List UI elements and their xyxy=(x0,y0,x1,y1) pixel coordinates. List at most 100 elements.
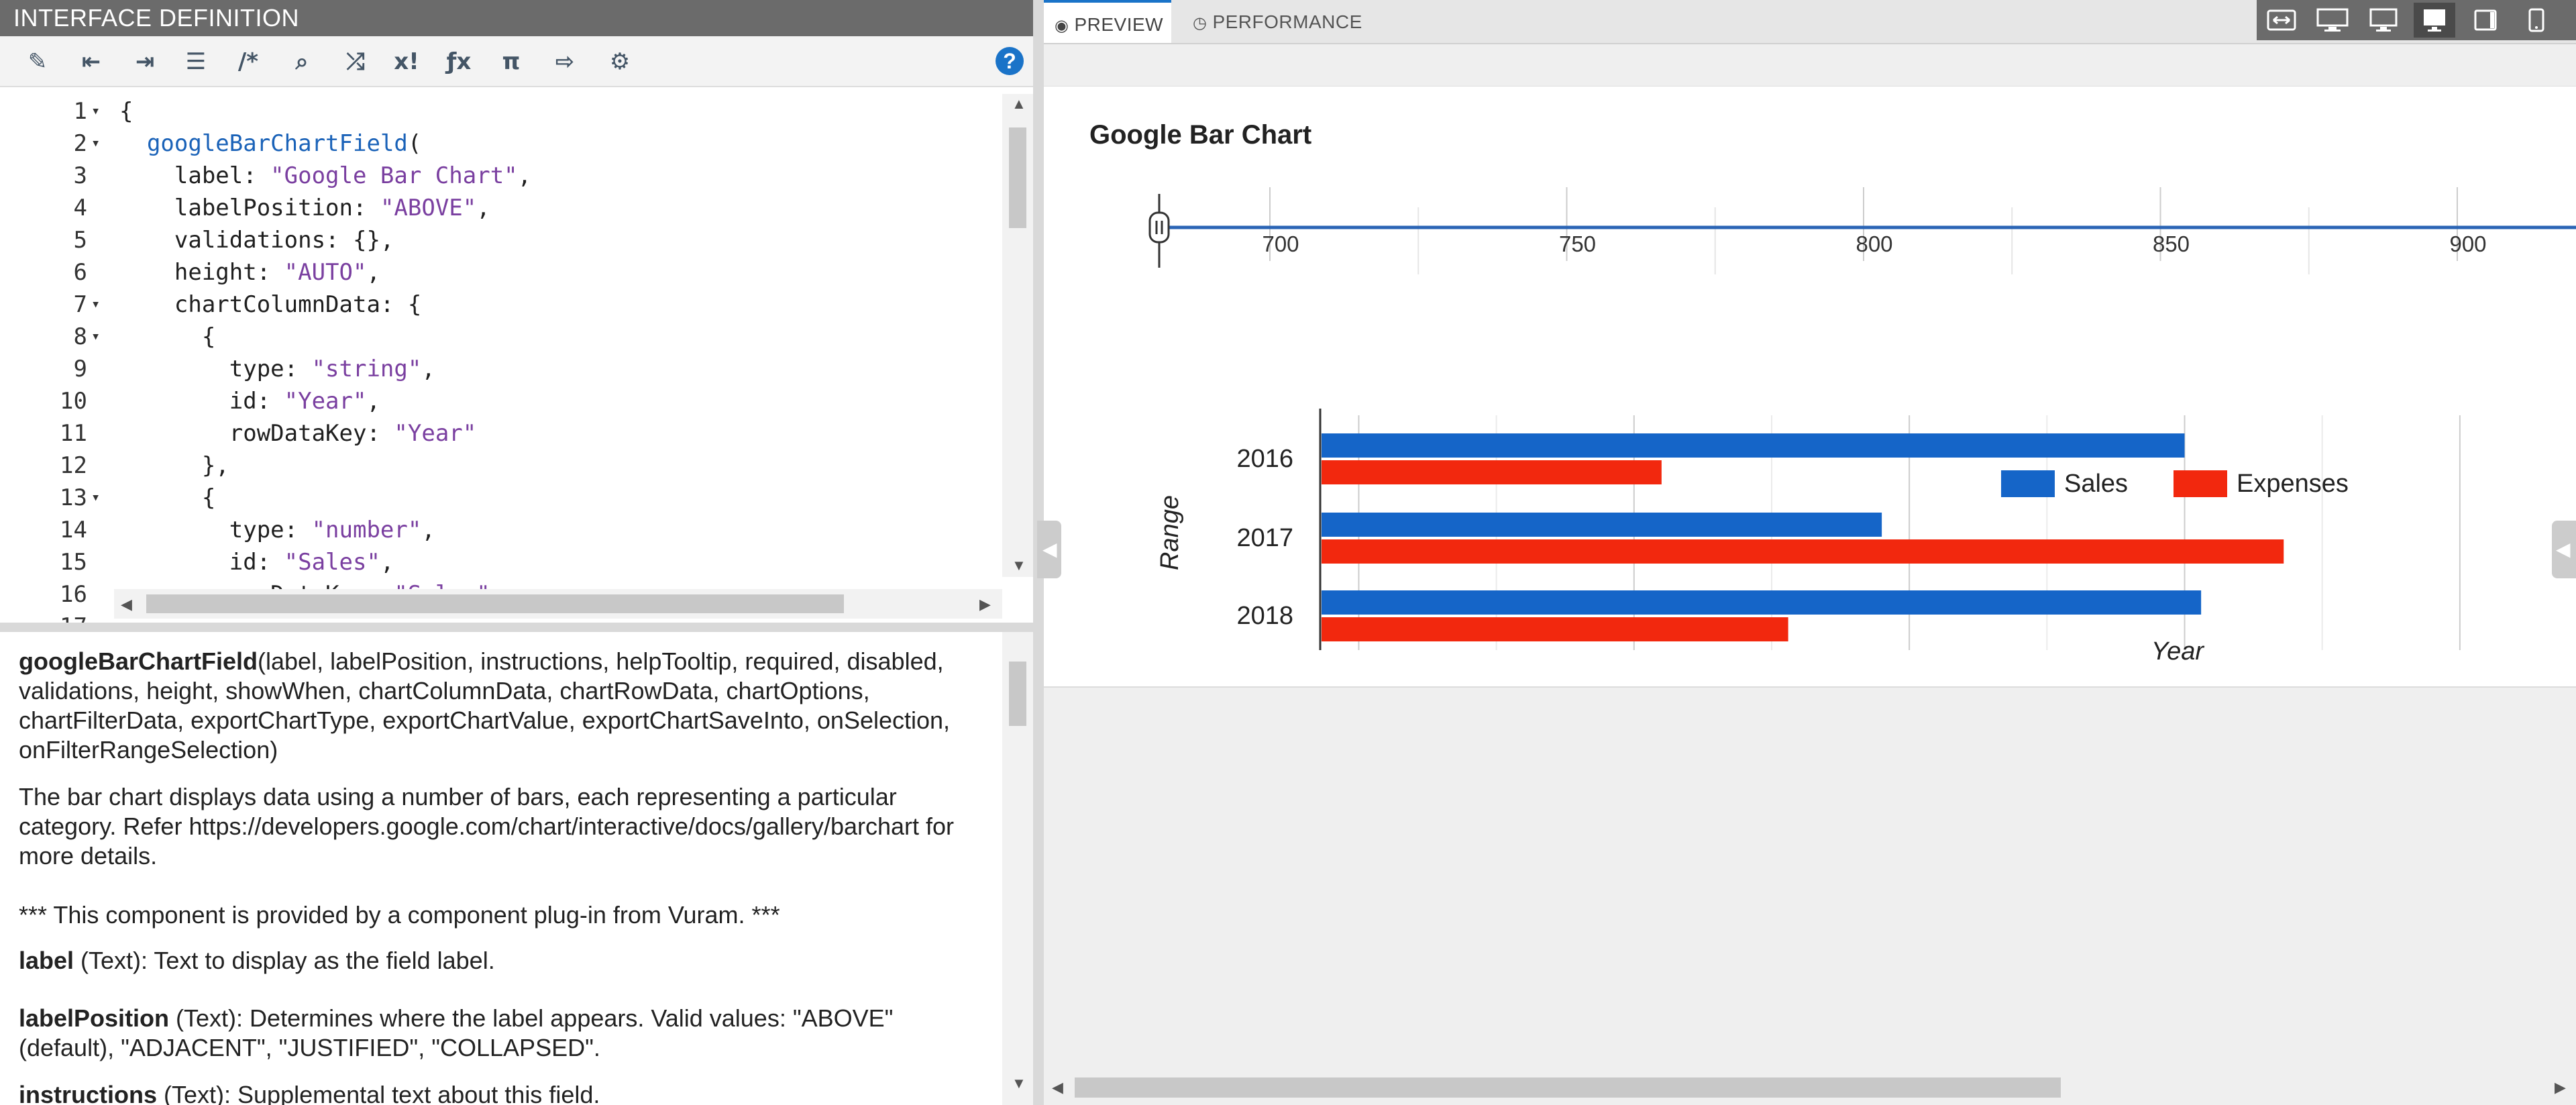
code-line[interactable]: 1 ▾ { xyxy=(0,95,1000,127)
legend-swatch xyxy=(2001,470,2055,497)
outdent-icon[interactable]: ⇤ xyxy=(74,44,109,79)
code-line[interactable]: 11 rowDataKey: "Year" xyxy=(0,417,1000,450)
code-line[interactable]: 12 }, xyxy=(0,450,1000,482)
bar-sales-2018[interactable] xyxy=(1322,590,2202,615)
list-icon[interactable]: ☰ xyxy=(178,44,213,79)
range-filter-control[interactable]: 700 750 800 850 900 xyxy=(1044,167,2576,274)
code-line[interactable]: 8 ▾ { xyxy=(0,321,1000,353)
range-handle[interactable] xyxy=(1148,211,1170,244)
eye-icon: ◉ xyxy=(1055,17,1069,35)
preview-card: Google Bar Chart 700 750 800 850 900 2016 201… xyxy=(1044,86,2576,688)
line-number: 12 xyxy=(60,452,87,479)
scroll-thumb[interactable] xyxy=(1009,127,1026,228)
function-icon[interactable]: ƒx xyxy=(441,44,476,79)
chevron-left-icon: ◀ xyxy=(1042,539,1057,560)
code-text: { xyxy=(119,323,216,350)
tablet-icon[interactable] xyxy=(2465,3,2506,38)
code-line[interactable]: 6 height: "AUTO", xyxy=(0,256,1000,288)
fold-arrow-icon[interactable]: ▾ xyxy=(91,288,100,321)
param-doc-label: label (Text): Text to display as the fie… xyxy=(19,946,985,976)
editor-toolbar: ✎ ⇤ ⇥ ☰ /* ⌕ ⤮ x! ƒx π ⇨ ⚙? xyxy=(0,36,1033,87)
fold-arrow-icon[interactable]: ▾ xyxy=(91,482,100,514)
desktop-icon[interactable] xyxy=(2363,3,2404,38)
monitor-icon[interactable] xyxy=(2414,3,2455,38)
bar-sales-2016[interactable] xyxy=(1322,433,2185,458)
export-icon[interactable]: ⇨ xyxy=(547,44,582,79)
code-line[interactable]: 2 ▾ googleBarChartField( xyxy=(0,127,1000,160)
fold-arrow-icon[interactable]: ▾ xyxy=(91,321,100,353)
doc-vertical-scrollbar[interactable]: ▼ xyxy=(1002,632,1033,1105)
indent-icon[interactable]: ⇥ xyxy=(127,44,162,79)
scroll-down-arrow-icon[interactable]: ▼ xyxy=(1012,1075,1026,1092)
bar-expenses-2017[interactable] xyxy=(1322,539,2284,564)
tab-preview[interactable]: ◉ PREVIEW xyxy=(1044,0,1171,43)
collapse-right-handle[interactable]: ◀ xyxy=(2552,521,2576,578)
expand-icon[interactable] xyxy=(2261,3,2302,38)
search-settings-icon[interactable]: ⚙ xyxy=(602,44,637,79)
scroll-down-arrow-icon[interactable]: ▼ xyxy=(1012,557,1026,574)
line-number: 11 xyxy=(60,420,87,447)
code-line[interactable]: 9 type: "string", xyxy=(0,353,1000,385)
code-line[interactable]: 7 ▾ chartColumnData: { xyxy=(0,288,1000,321)
bar-sales-2017[interactable] xyxy=(1322,513,1882,537)
bar-chart[interactable]: 2016 2017 2018 Range Year Sales Expenses xyxy=(1044,308,2576,670)
code-line[interactable]: 13 ▾ { xyxy=(0,482,1000,514)
code-vertical-scrollbar[interactable]: ▲ ▼ xyxy=(1002,94,1033,577)
y-axis-title: Range xyxy=(1156,495,1184,570)
code-text: chartColumnData: { xyxy=(119,291,422,318)
code-line[interactable]: 10 id: "Year", xyxy=(0,385,1000,417)
shuffle-icon[interactable]: ⤮ xyxy=(338,44,373,79)
range-tick-label: 700 xyxy=(1262,231,1299,256)
phone-icon[interactable] xyxy=(2516,3,2557,38)
code-editor[interactable]: 1 ▾{2 ▾ googleBarChartField(3 label: "Goog… xyxy=(0,87,1033,623)
scroll-left-arrow-icon[interactable]: ◀ xyxy=(121,596,132,613)
code-line[interactable]: 14 type: "number", xyxy=(0,514,1000,546)
desktop-wide-icon[interactable] xyxy=(2312,3,2353,38)
scroll-thumb[interactable] xyxy=(1075,1077,2061,1098)
code-text: id: "Year", xyxy=(119,388,380,415)
expression-icon[interactable]: x! xyxy=(389,44,424,79)
param-name: label xyxy=(19,947,74,974)
interface-definition-pane: INTERFACE DEFINITION ✎ ⇤ ⇥ ☰ /* ⌕ ⤮ x! ƒx π ⇨ ⚙? 1 ▾… xyxy=(0,0,1033,1105)
bar-expenses-2018[interactable] xyxy=(1322,617,1788,641)
scroll-up-arrow-icon[interactable]: ▲ xyxy=(1012,95,1026,113)
code-line[interactable]: 5 validations: {}, xyxy=(0,224,1000,256)
legend-label: Sales xyxy=(2064,470,2128,498)
line-number: 14 xyxy=(60,517,87,543)
help-icon[interactable]: ? xyxy=(996,47,1024,75)
device-size-bar xyxy=(2257,0,2576,40)
pi-icon[interactable]: π xyxy=(494,44,529,79)
collapse-left-handle[interactable]: ◀ xyxy=(1037,521,1061,578)
tab-label: PREVIEW xyxy=(1074,14,1164,35)
code-line[interactable]: 15 id: "Sales", xyxy=(0,546,1000,578)
line-number: 10 xyxy=(60,388,87,415)
scroll-thumb[interactable] xyxy=(1009,662,1026,726)
code-horizontal-scrollbar[interactable]: ◀ ▶ xyxy=(114,589,1002,619)
scroll-right-arrow-icon[interactable]: ▶ xyxy=(979,596,991,613)
code-text: validations: {}, xyxy=(119,227,394,254)
comment-icon[interactable]: /* xyxy=(231,44,266,79)
code-text: }, xyxy=(119,452,229,479)
tab-label: PERFORMANCE xyxy=(1212,11,1362,32)
category-label: 2018 xyxy=(1236,602,1293,630)
code-text: label: "Google Bar Chart", xyxy=(119,162,532,189)
code-line[interactable]: 4 labelPosition: "ABOVE", xyxy=(0,192,1000,224)
code-line[interactable]: 3 label: "Google Bar Chart", xyxy=(0,160,1000,192)
scroll-left-arrow-icon[interactable]: ◀ xyxy=(1052,1079,1063,1096)
line-number: 9 xyxy=(73,356,87,382)
editor-doc-splitter[interactable] xyxy=(0,623,1033,632)
scroll-right-arrow-icon[interactable]: ▶ xyxy=(2555,1079,2566,1096)
bar-expenses-2016[interactable] xyxy=(1322,460,1662,484)
fold-arrow-icon[interactable]: ▾ xyxy=(91,127,100,160)
preview-horizontal-scrollbar[interactable]: ◀ ▶ xyxy=(1044,1071,2576,1103)
fold-arrow-icon[interactable]: ▾ xyxy=(91,95,100,127)
search-icon[interactable]: ⌕ xyxy=(284,44,319,79)
preview-tabbar: ◉ PREVIEW ◷ PERFORMANCE xyxy=(1044,0,2576,44)
line-number: 7 xyxy=(73,291,87,318)
pane-title: INTERFACE DEFINITION xyxy=(0,0,1033,36)
scroll-thumb[interactable] xyxy=(146,594,844,613)
range-tick-label: 900 xyxy=(2449,231,2486,256)
magic-wand-icon[interactable]: ✎ xyxy=(20,44,55,79)
tab-performance[interactable]: ◷ PERFORMANCE xyxy=(1187,0,1367,43)
clock-icon: ◷ xyxy=(1193,14,1208,32)
